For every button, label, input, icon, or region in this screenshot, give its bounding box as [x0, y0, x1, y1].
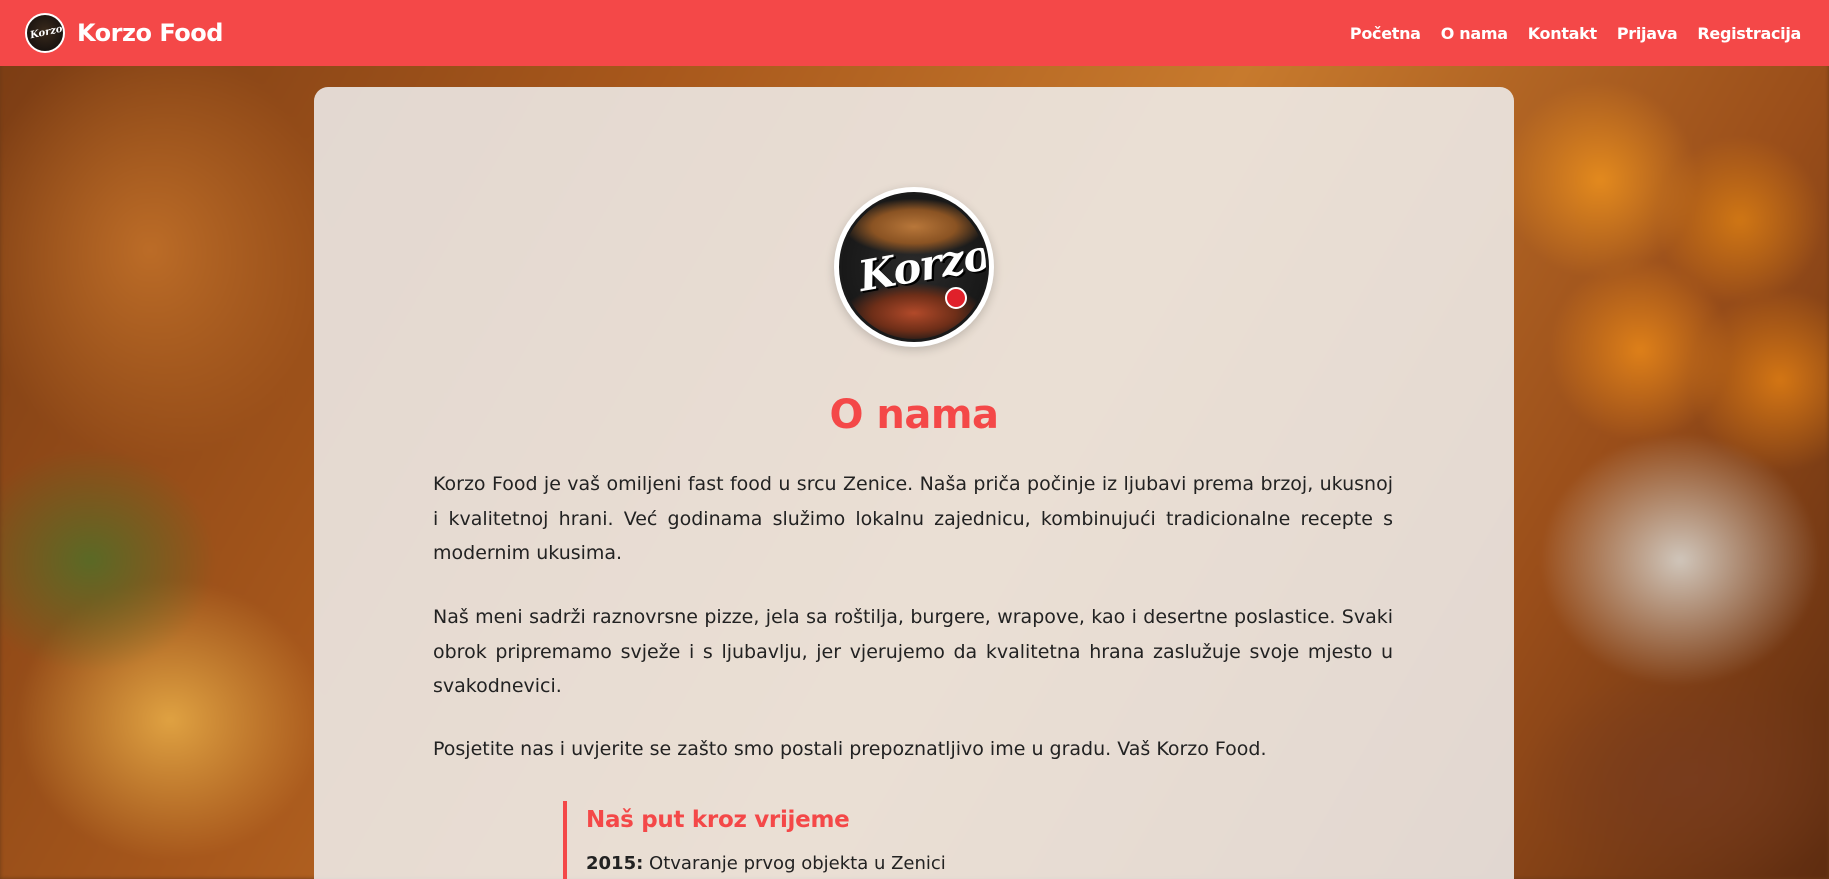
about-paragraph: Posjetite nas i uvjerite se zašto smo po… [433, 738, 1267, 760]
nav-link-kontakt[interactable]: Kontakt [1528, 24, 1597, 43]
nav-link-o-nama[interactable]: O nama [1441, 24, 1508, 43]
brand-logo-lettering: Korzo [29, 23, 64, 42]
korzo-logo-icon: Korzo [839, 192, 989, 342]
brand-name[interactable]: Korzo Food [77, 19, 223, 47]
page-title: O nama [829, 392, 999, 438]
timeline-item: 2015: Otvaranje prvog objekta u Zenici [586, 853, 1263, 874]
brand[interactable]: Korzo Korzo Food [25, 13, 223, 53]
timeline-text: Otvaranje prvog objekta u Zenici [649, 853, 946, 874]
about-card: Korzo O nama Korzo Food je vaš omiljeni … [314, 87, 1514, 879]
about-logo: Korzo [834, 187, 994, 347]
nav-link-pocetna[interactable]: Početna [1350, 24, 1421, 43]
about-paragraph: Korzo Food je vaš omiljeni fast food u s… [433, 473, 1393, 564]
nav-links: Početna O nama Kontakt Prijava Registrac… [1350, 24, 1801, 43]
logo-badge [945, 287, 967, 309]
about-paragraph: Naš meni sadrži raznovrsne pizze, jela s… [433, 606, 1393, 697]
logo-lettering: Korzo [854, 229, 989, 302]
timeline-year: 2015: [586, 853, 644, 874]
timeline-title: Naš put kroz vrijeme [586, 807, 850, 833]
nav-link-prijava[interactable]: Prijava [1617, 24, 1678, 43]
top-navbar: Korzo Korzo Food Početna O nama Kontakt … [0, 0, 1829, 66]
nav-link-registracija[interactable]: Registracija [1697, 24, 1801, 43]
timeline-section: Naš put kroz vrijeme 2015: Otvaranje prv… [563, 801, 1263, 879]
korzo-logo-icon: Korzo [25, 13, 65, 53]
